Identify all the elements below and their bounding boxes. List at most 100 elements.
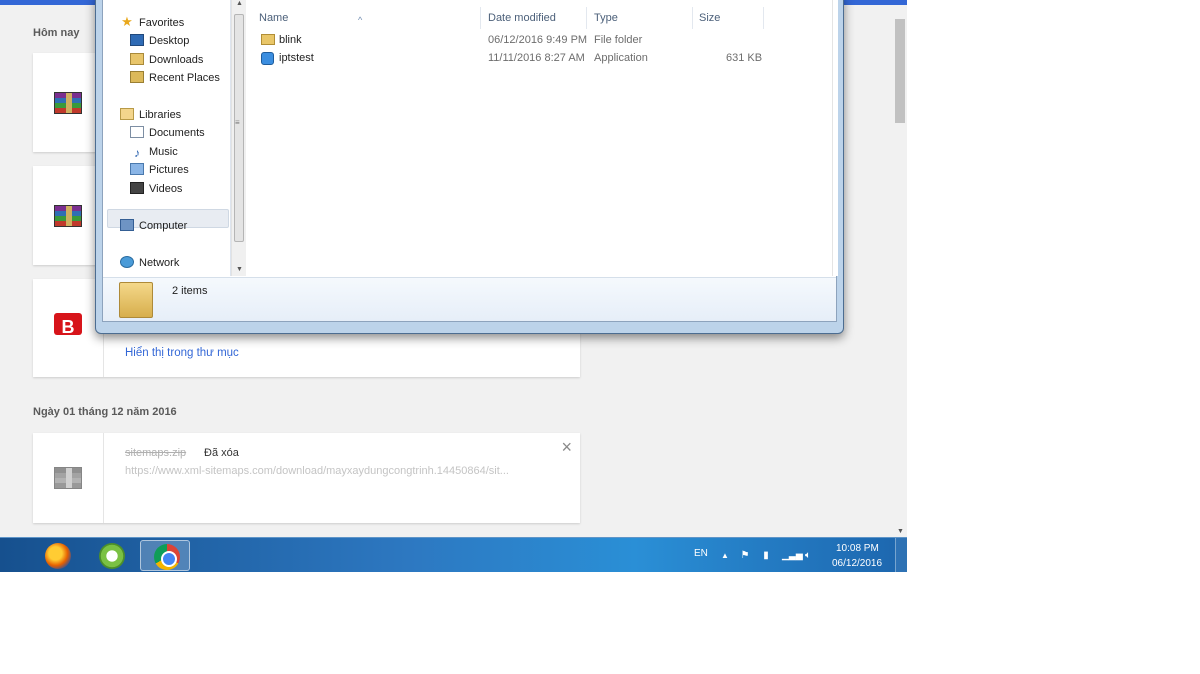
section-header-date: Ngày 01 tháng 12 năm 2016 <box>33 406 177 418</box>
winrar-icon <box>54 92 82 114</box>
nav-label: Computer <box>139 220 188 232</box>
screen: Hôm nay B Hiển thị trong thư mục Ngày 01… <box>0 0 907 572</box>
taskbar-app-partial[interactable] <box>0 540 12 571</box>
desktop-icon <box>130 34 144 46</box>
nav-desktop[interactable]: Desktop <box>130 33 189 49</box>
pictures-icon <box>130 163 144 175</box>
details-pane: 2 items <box>103 277 836 321</box>
file-pane-edge <box>832 0 838 276</box>
file-type: Application <box>594 52 648 64</box>
file-list-pane: Name ^ Date modified Type Size blink 06/… <box>247 0 838 276</box>
application-icon <box>261 52 274 66</box>
card-icon-column <box>33 433 104 523</box>
bitdefender-b-icon: B <box>54 313 82 337</box>
taskbar: EN ▲ ⚑ ▮ ▁▃▅ 🔈︎ 10:08 PM 06/12/2016 <box>0 537 907 572</box>
explorer-window: ★ Favorites Desktop Downloads Recent Plac… <box>95 0 844 334</box>
column-header-type[interactable]: Type <box>588 7 693 29</box>
card-icon-column <box>33 53 104 152</box>
nav-computer[interactable]: Computer <box>120 218 187 234</box>
volume-icon[interactable]: 🔈︎ <box>803 550 813 561</box>
page-scrollbar[interactable]: ▼ <box>893 5 907 537</box>
column-label: Name <box>259 12 289 24</box>
item-count: 2 items <box>172 285 208 297</box>
file-date: 11/11/2016 8:27 AM <box>488 52 585 64</box>
clock-date[interactable]: 06/12/2016 <box>832 558 882 569</box>
scroll-down-icon[interactable]: ▼ <box>236 266 243 273</box>
navigation-pane: ★ Favorites Desktop Downloads Recent Plac… <box>103 0 231 276</box>
taskbar-coccoc[interactable] <box>86 540 136 571</box>
nav-documents[interactable]: Documents <box>130 125 205 141</box>
nav-label: Videos <box>149 183 183 195</box>
sort-ascending-icon: ^ <box>358 15 363 25</box>
taskbar-firefox[interactable] <box>32 540 82 571</box>
computer-icon <box>120 219 134 231</box>
winrar-icon <box>54 205 82 227</box>
column-label: Type <box>594 12 618 24</box>
scroll-down-icon[interactable]: ▼ <box>897 528 904 535</box>
language-indicator[interactable]: EN <box>694 548 708 559</box>
file-name: iptstest <box>279 52 314 64</box>
file-type: File folder <box>594 34 643 46</box>
nav-label: Pictures <box>149 164 189 176</box>
action-center-flag-icon[interactable]: ⚑ <box>740 550 750 561</box>
scrollbar-thumb[interactable] <box>895 19 905 123</box>
firefox-icon <box>45 543 71 569</box>
folder-icon <box>119 282 153 318</box>
close-icon[interactable]: × <box>561 438 572 456</box>
show-in-folder-link[interactable]: Hiển thị trong thư mục <box>125 347 239 359</box>
card-icon-column <box>33 166 104 265</box>
nav-favorites[interactable]: ★ Favorites <box>120 15 184 31</box>
download-url[interactable]: https://www.xml-sitemaps.com/download/ma… <box>125 465 509 477</box>
power-icon[interactable]: ▮ <box>761 550 771 561</box>
deleted-status: Đã xóa <box>204 447 239 459</box>
nav-libraries[interactable]: Libraries <box>120 107 181 123</box>
column-header-size[interactable]: Size <box>693 7 764 29</box>
file-size: 631 KB <box>726 52 763 64</box>
section-header-today: Hôm nay <box>33 27 80 39</box>
column-label: Size <box>699 12 721 24</box>
column-header-name[interactable]: Name ^ <box>253 7 481 29</box>
file-date: 06/12/2016 9:49 PM <box>488 34 588 46</box>
show-desktop-button[interactable] <box>895 538 907 572</box>
nav-label: Downloads <box>149 54 204 66</box>
downloads-folder-icon <box>130 53 144 65</box>
nav-scrollbar[interactable]: ▲ ≡ ▼ <box>231 0 246 276</box>
download-card-deleted: sitemaps.zip Đã xóa https://www.xml-site… <box>33 433 580 523</box>
nav-recent-places[interactable]: Recent Places <box>130 70 220 86</box>
column-header-date-modified[interactable]: Date modified <box>482 7 587 29</box>
file-row[interactable]: blink 06/12/2016 9:49 PM File folder <box>247 32 838 50</box>
explorer-body: ★ Favorites Desktop Downloads Recent Plac… <box>102 0 838 322</box>
nav-downloads[interactable]: Downloads <box>130 52 203 68</box>
show-hidden-icons-icon[interactable]: ▲ <box>720 550 730 561</box>
card-icon-column: B <box>33 279 104 377</box>
deleted-filename: sitemaps.zip <box>125 447 187 459</box>
archive-icon <box>54 467 82 489</box>
nav-label: Favorites <box>139 17 185 29</box>
nav-videos[interactable]: Videos <box>130 181 182 197</box>
star-icon: ★ <box>121 14 133 29</box>
taskbar-chrome[interactable] <box>140 540 190 571</box>
nav-label: Network <box>139 257 180 269</box>
nav-label: Desktop <box>149 35 190 47</box>
column-label: Date modified <box>488 12 556 24</box>
nav-music[interactable]: ♪ Music <box>130 144 178 160</box>
network-icon <box>120 256 134 268</box>
nav-label: Libraries <box>139 109 182 121</box>
file-row[interactable]: iptstest 11/11/2016 8:27 AM Application … <box>247 50 838 68</box>
nav-pictures[interactable]: Pictures <box>130 162 189 178</box>
nav-label: Documents <box>149 127 205 139</box>
nav-scrollbar-thumb[interactable] <box>234 14 244 242</box>
network-signal-icon[interactable]: ▁▃▅ <box>782 550 803 561</box>
clock-time[interactable]: 10:08 PM <box>836 543 879 554</box>
chrome-icon <box>154 544 180 570</box>
videos-icon <box>130 182 144 194</box>
recent-places-icon <box>130 71 144 83</box>
nav-label: Music <box>149 146 178 158</box>
nav-network[interactable]: Network <box>120 255 179 271</box>
file-name: blink <box>279 34 302 46</box>
folder-icon <box>261 34 275 47</box>
scroll-up-icon[interactable]: ▲ <box>236 0 243 7</box>
documents-icon <box>130 126 144 138</box>
nav-label: Recent Places <box>149 72 220 84</box>
libraries-icon <box>120 108 134 120</box>
